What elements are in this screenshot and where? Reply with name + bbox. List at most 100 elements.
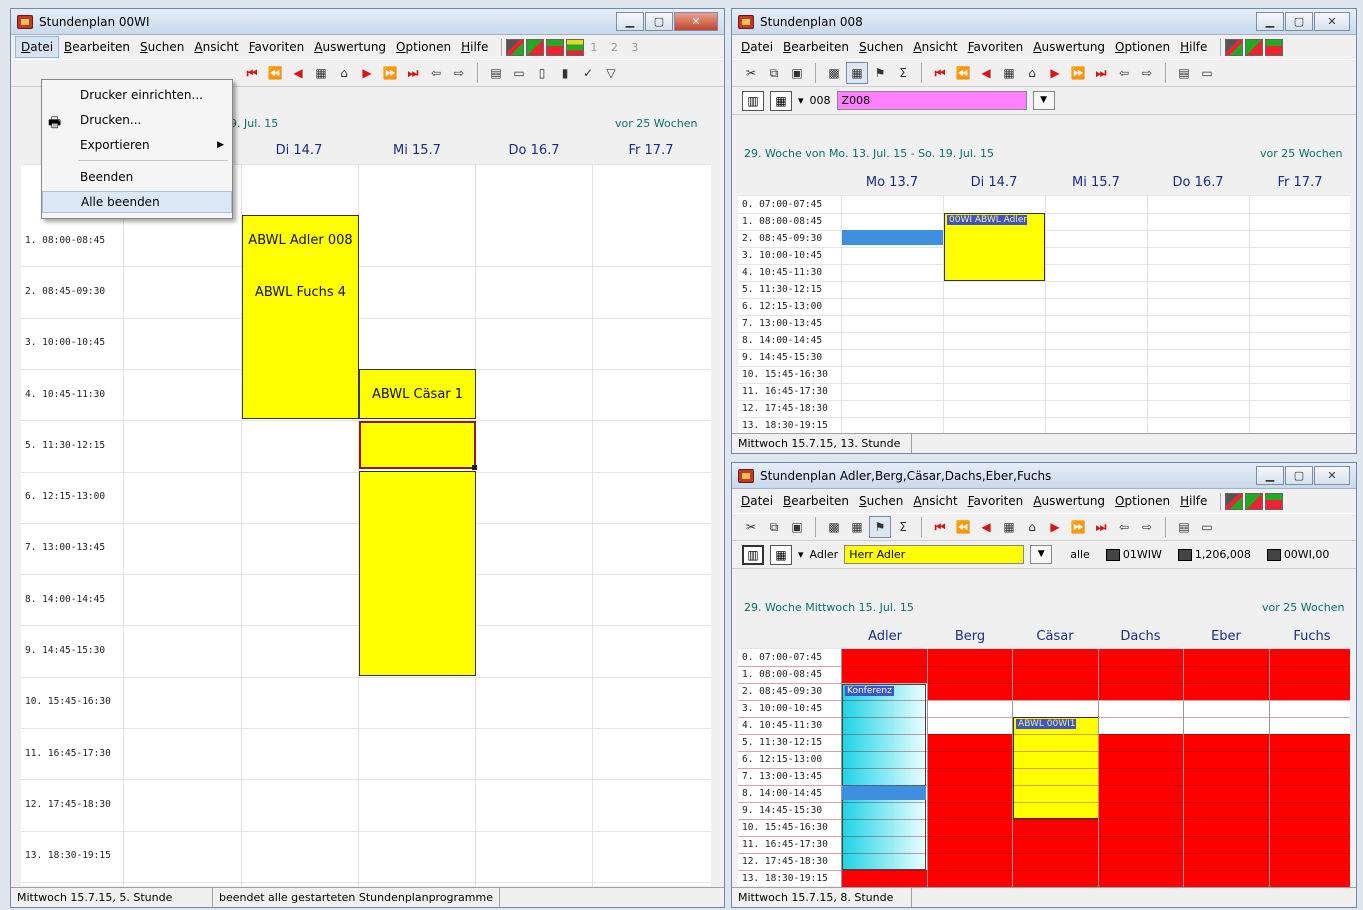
filter-icon[interactable]: ▽: [600, 62, 622, 84]
next-week-icon[interactable]: ▶: [356, 62, 378, 84]
title-bar[interactable]: Stundenplan 008 ▁ ▢ ✕: [732, 9, 1356, 35]
flag-icon[interactable]: ⚑: [869, 62, 891, 84]
element-select-arrow-icon[interactable]: ▼: [1032, 91, 1055, 110]
lesson-block[interactable]: 00WI ABWL Adler: [944, 213, 1045, 281]
lesson-icon[interactable]: ▩: [823, 62, 845, 84]
highlight-cell[interactable]: [842, 230, 943, 245]
forward-arrow-icon[interactable]: ⇨: [1136, 62, 1158, 84]
close-button[interactable]: ✕: [1314, 466, 1350, 485]
menu-favoriten[interactable]: Favoriten: [244, 36, 310, 58]
last-week-icon[interactable]: ⏭: [402, 62, 424, 84]
selector-dropdown-icon[interactable]: ▾: [798, 94, 804, 107]
lesson-block[interactable]: [359, 471, 476, 676]
calendar-icon[interactable]: ▦: [998, 62, 1020, 84]
list-icon[interactable]: ▮: [554, 62, 576, 84]
paste-icon[interactable]: ▣: [786, 62, 808, 84]
minimize-button[interactable]: ▁: [1256, 12, 1284, 31]
timetable-view-icon[interactable]: [506, 38, 525, 56]
menu-drucker-einrichten[interactable]: Drucker einrichten...: [42, 84, 232, 106]
timetable-grid[interactable]: 0. 07:00-07:45 1. 08:00-08:45 2. 08:45-09:…: [738, 195, 1350, 435]
element-select-arrow-icon[interactable]: ▼: [1030, 545, 1053, 564]
title-bar[interactable]: Stundenplan 00WI ▁ ▢ ✕: [11, 9, 724, 35]
menu-optionen[interactable]: Optionen: [391, 36, 456, 58]
timetable-grid[interactable]: 1. 08:00-08:45 2. 08:45-09:30 3. 10:00-10:…: [21, 164, 711, 887]
copy-icon[interactable]: ⧉: [763, 516, 785, 538]
calendar-icon[interactable]: ▦: [998, 516, 1020, 538]
close-button[interactable]: ✕: [674, 12, 718, 31]
teacher-view-icon[interactable]: [1265, 492, 1284, 510]
calendar-icon[interactable]: ▦: [310, 62, 332, 84]
teacher-view-icon[interactable]: [1265, 38, 1284, 56]
class-view-icon[interactable]: [526, 38, 545, 56]
prev-week-icon[interactable]: ◀: [287, 62, 309, 84]
sum-icon[interactable]: Σ: [892, 516, 914, 538]
element-select[interactable]: Herr Adler: [844, 545, 1025, 564]
menu-favoriten[interactable]: Favoriten: [963, 490, 1029, 512]
lesson-block[interactable]: ABWL Adler 008 ABWL Fuchs 4: [242, 215, 359, 419]
menu-ansicht[interactable]: Ansicht: [908, 490, 962, 512]
first-week-icon[interactable]: ⏮: [929, 62, 951, 84]
back-arrow-icon[interactable]: ⇦: [1113, 62, 1135, 84]
room-chip[interactable]: 1,206,008: [1177, 548, 1251, 561]
next-week-icon[interactable]: ▶: [1044, 62, 1066, 84]
prev-week-icon[interactable]: ◀: [975, 516, 997, 538]
folder-icon[interactable]: ▭: [508, 62, 530, 84]
lesson-block[interactable]: ABWL Cäsar 1: [359, 369, 476, 419]
selector-dropdown-icon[interactable]: ▾: [798, 548, 804, 561]
first-week-icon[interactable]: ⏮: [241, 62, 263, 84]
menu-bearbeiten[interactable]: Bearbeiten: [59, 36, 135, 58]
teacher-grid[interactable]: Konferenz ABWL 00WI1 0. 07:00-07:45 1. 08…: [738, 648, 1350, 888]
teacher-view-icon[interactable]: [546, 38, 565, 56]
last-week-icon[interactable]: ⏭: [1090, 62, 1112, 84]
back-arrow-icon[interactable]: ⇦: [1113, 516, 1135, 538]
document-icon[interactable]: ▯: [531, 62, 553, 84]
menu-exportieren[interactable]: Exportieren ▶: [42, 134, 232, 156]
paste-icon[interactable]: ▣: [786, 516, 808, 538]
fast-back-icon[interactable]: ⏪: [952, 62, 974, 84]
gift-icon[interactable]: ⌂: [1021, 62, 1043, 84]
forward-arrow-icon[interactable]: ⇨: [1136, 516, 1158, 538]
forward-arrow-icon[interactable]: ⇨: [448, 62, 470, 84]
menu-bearbeiten[interactable]: Bearbeiten: [778, 36, 854, 58]
fast-back-icon[interactable]: ⏪: [952, 516, 974, 538]
cut-icon[interactable]: ✂: [740, 62, 762, 84]
multi-view-icon[interactable]: ▦: [770, 544, 792, 565]
menu-alle-beenden[interactable]: Alle beenden: [42, 191, 232, 213]
print-icon[interactable]: ▤: [1173, 516, 1195, 538]
element-select[interactable]: Z008: [836, 91, 1027, 110]
grid-view-icon[interactable]: ▦: [846, 62, 868, 84]
print-icon[interactable]: ▤: [1173, 62, 1195, 84]
next-week-icon[interactable]: ▶: [1044, 516, 1066, 538]
back-arrow-icon[interactable]: ⇦: [425, 62, 447, 84]
sum-icon[interactable]: Σ: [892, 62, 914, 84]
menu-auswertung[interactable]: Auswertung: [1028, 490, 1110, 512]
gift-icon[interactable]: ⌂: [1021, 516, 1043, 538]
last-week-icon[interactable]: ⏭: [1090, 516, 1112, 538]
room-view-icon[interactable]: [566, 38, 585, 56]
menu-datei[interactable]: Datei: [736, 490, 778, 512]
menu-favoriten[interactable]: Favoriten: [963, 36, 1029, 58]
menu-hilfe[interactable]: Hilfe: [1175, 490, 1212, 512]
selected-cell[interactable]: [359, 421, 477, 470]
close-button[interactable]: ✕: [1314, 12, 1350, 31]
maximize-button[interactable]: ▢: [1285, 466, 1313, 485]
highlight-cell[interactable]: [842, 785, 926, 800]
menu-optionen[interactable]: Optionen: [1110, 36, 1175, 58]
single-view-icon[interactable]: ▥: [742, 90, 764, 111]
single-view-icon[interactable]: ▥: [742, 544, 764, 565]
menu-datei[interactable]: Datei: [736, 36, 778, 58]
first-week-icon[interactable]: ⏮: [929, 516, 951, 538]
minimize-button[interactable]: ▁: [616, 12, 644, 31]
class-view-icon[interactable]: [1245, 492, 1264, 510]
menu-datei[interactable]: Datei: [15, 36, 60, 58]
gift-icon[interactable]: ⌂: [333, 62, 355, 84]
copy-icon[interactable]: ⧉: [763, 62, 785, 84]
folder-icon[interactable]: ▭: [1196, 516, 1218, 538]
menu-suchen[interactable]: Suchen: [854, 490, 908, 512]
konferenz-block[interactable]: Konferenz: [842, 684, 926, 870]
menu-ansicht[interactable]: Ansicht: [189, 36, 243, 58]
check-icon[interactable]: ✓: [577, 62, 599, 84]
menu-optionen[interactable]: Optionen: [1110, 490, 1175, 512]
filter-label[interactable]: alle: [1070, 548, 1090, 561]
menu-ansicht[interactable]: Ansicht: [908, 36, 962, 58]
